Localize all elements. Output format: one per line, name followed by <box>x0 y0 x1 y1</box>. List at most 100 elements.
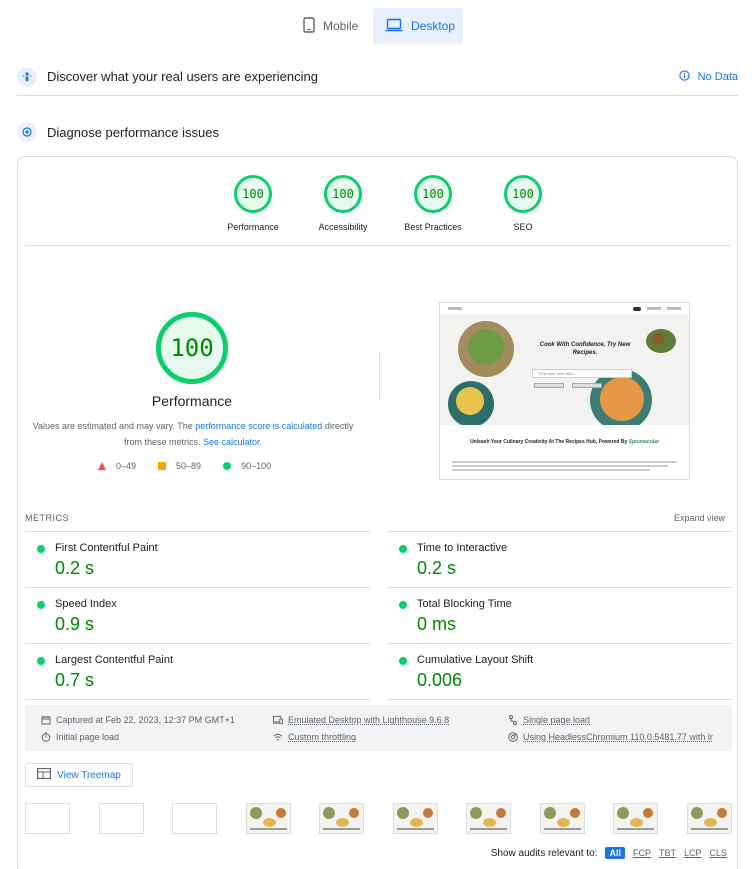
metric-value: 0 ms <box>417 614 457 634</box>
view-treemap-button[interactable]: View Treemap <box>25 763 133 787</box>
pass-dot-icon <box>399 545 407 553</box>
metric-tti: Time to Interactive 0.2 s <box>387 531 732 587</box>
screenshot-button <box>572 383 602 388</box>
runtime-emulated[interactable]: Emulated Desktop with Lighthouse 9.6.8 <box>273 715 449 725</box>
treemap-icon <box>37 768 52 782</box>
devices-icon <box>273 715 283 725</box>
view-treemap-label: View Treemap <box>57 769 121 781</box>
metric-cls: Cumulative Layout Shift 0.006 <box>387 643 732 699</box>
screenshot-nav-link <box>647 307 661 310</box>
metric-title: Total Blocking Time <box>417 598 512 610</box>
category-label: Best Practices <box>404 222 462 232</box>
category-performance[interactable]: 100 Performance <box>208 175 298 232</box>
divider <box>379 353 380 399</box>
metric-title: Cumulative Layout Shift <box>417 654 534 666</box>
score-legend: 0–49 50–89 90–100 <box>98 461 271 471</box>
final-screenshot: Cook With Confidence, Try New Recipes. F… <box>439 302 690 480</box>
square-icon <box>158 462 167 470</box>
metric-value: 0.2 s <box>55 558 95 578</box>
filter-tbt[interactable]: TBT <box>659 848 676 858</box>
filmstrip-frame <box>392 803 438 834</box>
runtime-captured: Captured at Feb 22, 2023, 12:37 PM GMT+1 <box>41 715 235 725</box>
expand-view-toggle[interactable]: Expand view <box>674 513 725 523</box>
calendar-icon <box>41 715 51 725</box>
no-data-label: No Data <box>697 70 738 83</box>
runtime-browser-text: Using HeadlessChromium 110.0.5481.77 wit… <box>523 732 713 742</box>
metric-si: Speed Index 0.9 s <box>25 587 370 643</box>
metrics-header: METRICS Expand view <box>25 513 725 523</box>
score-gauge: 100 <box>504 175 542 213</box>
filmstrip-frame <box>245 803 291 834</box>
filter-all[interactable]: All <box>605 847 625 859</box>
screenshot-navbar <box>440 303 689 315</box>
filmstrip-frame <box>613 803 659 834</box>
screenshot-hero: Cook With Confidence, Try New Recipes. F… <box>440 315 689 425</box>
filmstrip-frame <box>25 803 70 834</box>
filter-cls[interactable]: CLS <box>709 848 727 858</box>
triangle-icon <box>98 462 106 470</box>
metric-lcp: Largest Contentful Paint 0.7 s <box>25 643 370 699</box>
runtime-browser[interactable]: Using HeadlessChromium 110.0.5481.77 wit… <box>508 732 713 742</box>
pass-dot-icon <box>37 601 45 609</box>
timer-icon <box>41 732 51 742</box>
screenshot-button <box>534 383 564 388</box>
runtime-initial-text: Initial page load <box>56 732 120 742</box>
category-label: Performance <box>227 222 279 232</box>
metric-title: First Contentful Paint <box>55 542 158 554</box>
food-bowl-image <box>468 329 504 365</box>
filmstrip-frame <box>539 803 585 834</box>
filmstrip <box>25 803 732 834</box>
metrics-grid: First Contentful Paint 0.2 s Time to Inte… <box>25 531 732 699</box>
pass-dot-icon <box>37 545 45 553</box>
food-bowl-image <box>600 377 644 421</box>
legend-average-label: 50–89 <box>176 461 202 471</box>
tab-mobile[interactable]: Mobile <box>291 8 373 44</box>
filmstrip-frame <box>466 803 512 834</box>
caption-brand: Spoonacular <box>628 439 659 445</box>
runtime-throttling[interactable]: Custom throttling <box>273 732 356 742</box>
audit-filter-label: Show audits relevant to: <box>490 847 598 859</box>
metric-value: 0.006 <box>417 670 463 690</box>
chrome-icon <box>508 732 518 742</box>
filmstrip-frame <box>98 803 144 834</box>
screenshot-buttons <box>534 383 602 388</box>
runtime-single[interactable]: Single page load <box>508 715 590 725</box>
legend-pass-label: 90–100 <box>241 461 272 471</box>
runtime-captured-text: Captured at Feb 22, 2023, 12:37 PM GMT+1 <box>56 715 235 725</box>
category-label: Accessibility <box>318 222 368 232</box>
legend-pass: 90–100 <box>223 461 271 471</box>
screenshot-search <box>667 307 681 310</box>
screenshot-caption: Unleash Your Culinary Creativity At The … <box>440 439 689 445</box>
pass-dot-icon <box>399 657 407 665</box>
filter-fcp[interactable]: FCP <box>633 848 651 858</box>
phone-icon <box>303 16 315 36</box>
runtime-emulated-text: Emulated Desktop with Lighthouse 9.6.8 <box>288 715 450 725</box>
category-best-practices[interactable]: 100 Best Practices <box>388 175 478 232</box>
info-icon <box>678 69 690 84</box>
score-gauge: 100 <box>414 175 452 213</box>
no-data-link[interactable]: No Data <box>678 69 738 84</box>
calculator-link[interactable]: See calculator. <box>203 437 262 447</box>
category-seo[interactable]: 100 SEO <box>478 175 568 232</box>
legend-fail: 0–49 <box>98 461 136 471</box>
field-data-section: Discover what your real users are experi… <box>17 58 738 96</box>
score-gauge: 100 <box>324 175 362 213</box>
filter-lcp[interactable]: LCP <box>684 848 702 858</box>
metric-value: 0.2 s <box>417 558 457 578</box>
tab-desktop[interactable]: Desktop <box>373 8 463 44</box>
performance-score-gauge: 100 <box>156 312 228 384</box>
runtime-settings: Captured at Feb 22, 2023, 12:37 PM GMT+1… <box>25 705 732 751</box>
runtime-single-text: Single page load <box>523 715 591 725</box>
score-calc-link[interactable]: performance score is calculated <box>195 421 322 431</box>
metric-value: 0.9 s <box>55 614 95 634</box>
filmstrip-frame <box>319 803 365 834</box>
caption-text: Unleash Your Culinary Creativity At The … <box>470 439 629 445</box>
metric-fcp: First Contentful Paint 0.2 s <box>25 531 370 587</box>
screenshot-toggle <box>633 306 641 311</box>
metric-title: Time to Interactive <box>417 542 508 554</box>
score-gauge: 100 <box>234 175 272 213</box>
avocado-image <box>652 333 664 345</box>
lab-icon <box>17 122 37 142</box>
filmstrip-frame <box>686 803 732 834</box>
category-accessibility[interactable]: 100 Accessibility <box>298 175 388 232</box>
